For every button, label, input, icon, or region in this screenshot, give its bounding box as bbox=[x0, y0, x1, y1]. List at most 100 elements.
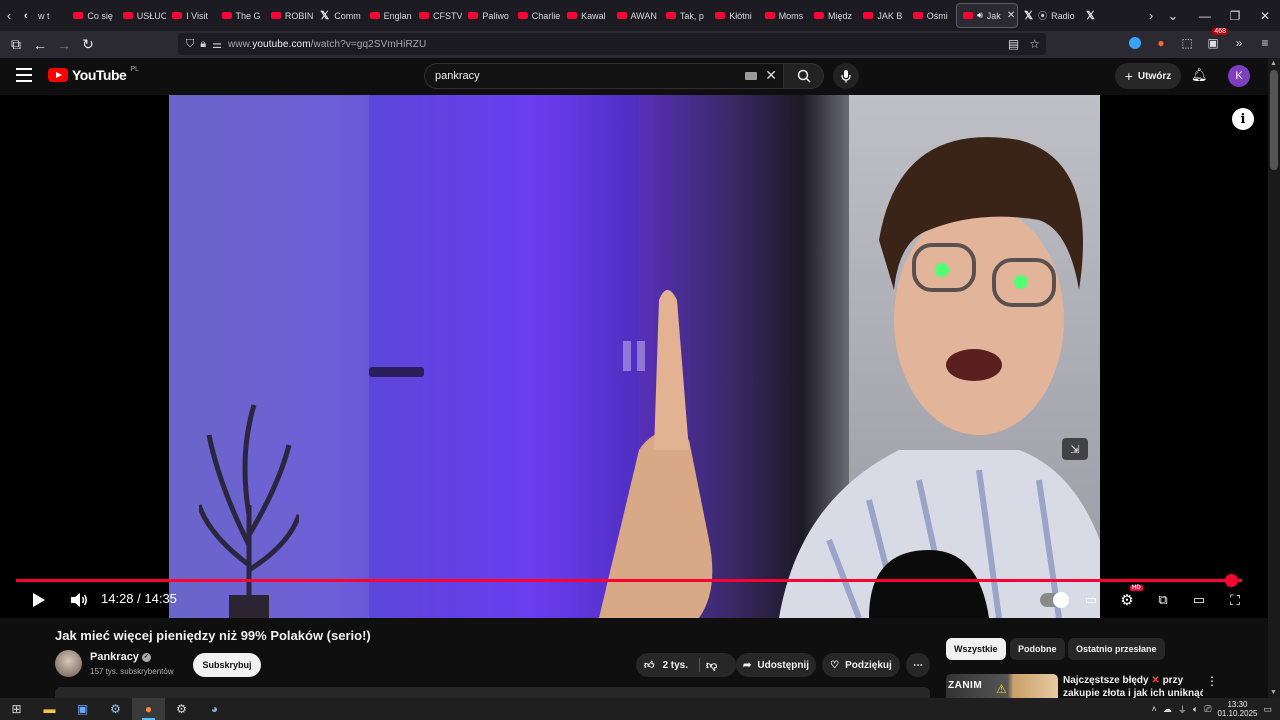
tab-list-dropdown-icon[interactable]: ⌄ bbox=[1160, 0, 1186, 31]
keyboard-icon[interactable] bbox=[745, 72, 757, 80]
video-player[interactable]: i ⇲ 14:28 / 14:35 ▭ ⚙ HD ⧉ ▭ ⛶ bbox=[0, 95, 1268, 618]
account-avatar[interactable]: K bbox=[1228, 65, 1250, 87]
usb-icon[interactable]: ⏚ bbox=[1178, 703, 1187, 716]
create-button[interactable]: + Utwórz bbox=[1115, 63, 1181, 89]
scroll-up-icon[interactable]: ▲ bbox=[1270, 60, 1277, 67]
browser-tab[interactable]: AWAN bbox=[611, 0, 660, 31]
cards-teaser-icon[interactable]: ⇲ bbox=[1062, 438, 1088, 460]
browser-tab[interactable]: 𝕏 ⦿ Radio bbox=[1018, 0, 1080, 31]
recommendation-title[interactable]: Najczęstsze błędy ✕ przy zakupie złota i… bbox=[1063, 674, 1203, 700]
clear-search-icon[interactable]: ✕ bbox=[765, 67, 777, 84]
settings-icon[interactable]: ⚙ bbox=[165, 698, 198, 720]
sidebar-toggle-icon[interactable]: ⧉ bbox=[4, 33, 28, 57]
recommendation-menu-icon[interactable]: ⋮ bbox=[1206, 674, 1218, 688]
scroll-down-icon[interactable]: ▼ bbox=[1270, 689, 1277, 696]
thanks-button[interactable]: ♡ Podziękuj bbox=[822, 653, 900, 677]
app-menu-icon[interactable]: ≡ bbox=[1256, 34, 1274, 52]
browser-tab[interactable]: ROBIN bbox=[265, 0, 314, 31]
file-explorer-icon[interactable]: ▬ bbox=[33, 698, 66, 720]
youtube-logo[interactable]: YouTube PL bbox=[48, 66, 139, 83]
address-bar[interactable]: ⛉ 🔒︎ ⚌ www.youtube.com/watch?v=gq2SVmHiR… bbox=[178, 33, 1046, 55]
tabs-scroll-left-icon[interactable]: ‹ bbox=[0, 0, 18, 31]
browser-tab[interactable]: JAK B bbox=[857, 0, 906, 31]
progress-bar[interactable] bbox=[16, 574, 1242, 587]
chip-related[interactable]: Podobne bbox=[1010, 638, 1065, 660]
monitor-app-icon[interactable]: ▣ bbox=[66, 698, 99, 720]
like-button[interactable]: 👍︎ 2 tys. bbox=[644, 659, 688, 672]
theater-mode-icon[interactable]: ▭ bbox=[1188, 587, 1210, 613]
browser-tab[interactable]: Co się bbox=[67, 0, 116, 31]
more-actions-icon[interactable]: ⋯ bbox=[906, 653, 930, 677]
close-tab-icon[interactable]: ✕ bbox=[1007, 10, 1015, 21]
reader-view-icon[interactable]: ▤ bbox=[1008, 37, 1019, 51]
browser-tab[interactable]: Kłótni bbox=[709, 0, 758, 31]
clock[interactable]: 13:30 01.10.2025 bbox=[1217, 700, 1257, 718]
voice-search-button[interactable] bbox=[833, 63, 859, 89]
firefox-icon[interactable]: ● bbox=[132, 698, 165, 720]
browser-tab[interactable]: Paliwo bbox=[462, 0, 511, 31]
reload-button[interactable]: ↻ bbox=[76, 33, 100, 57]
adblock-icon[interactable]: ▣ 468 bbox=[1204, 28, 1228, 52]
channel-name-row[interactable]: Pankracy ✓ bbox=[90, 651, 151, 663]
network-icon[interactable]: ⎚ bbox=[1204, 704, 1211, 715]
bookmark-star-icon[interactable]: ☆ bbox=[1029, 37, 1040, 51]
paint-app-icon[interactable]: ◕ bbox=[198, 698, 231, 720]
notifications-bell-icon[interactable]: 🔔︎ bbox=[1191, 67, 1208, 83]
thumbs-down-icon[interactable]: 👎︎ bbox=[706, 659, 717, 672]
browser-tab[interactable]: The G bbox=[216, 0, 265, 31]
browser-tab[interactable]: Moms bbox=[759, 0, 808, 31]
vpn-shield-icon[interactable] bbox=[1126, 34, 1144, 52]
browser-tab-active[interactable]: 🔊︎ Jak ✕ bbox=[956, 3, 1019, 28]
permissions-icon[interactable]: ⚌ bbox=[212, 38, 222, 51]
browser-tab[interactable]: Charlie bbox=[512, 0, 561, 31]
info-icon[interactable]: i bbox=[1232, 108, 1254, 130]
browser-tab[interactable]: Międz bbox=[808, 0, 857, 31]
minimize-icon[interactable]: — bbox=[1190, 9, 1220, 23]
forward-button[interactable]: → bbox=[52, 33, 76, 57]
search-button[interactable] bbox=[784, 63, 824, 89]
browser-tab[interactable]: Ośmi bbox=[907, 0, 956, 31]
volume-tray-icon[interactable]: 🔈︎ bbox=[1193, 704, 1198, 715]
url-text[interactable]: www.youtube.com/watch?v=gq2SVmHiRZU bbox=[228, 39, 426, 50]
tracking-shield-icon[interactable]: ⛉ bbox=[186, 38, 194, 51]
onedrive-cloud-icon[interactable]: ☁ bbox=[1163, 704, 1172, 715]
share-button[interactable]: ➦ Udostępnij bbox=[736, 653, 816, 677]
miniplayer-icon[interactable]: ⧉ bbox=[1152, 587, 1174, 613]
browser-tab[interactable]: ‹ w t bbox=[18, 0, 67, 31]
channel-avatar[interactable] bbox=[55, 650, 82, 677]
recommendation-thumbnail[interactable]: ZANIM ⚠ bbox=[946, 674, 1058, 698]
tray-chevron-icon[interactable]: ˄ bbox=[1152, 704, 1157, 714]
browser-tab[interactable]: Tak, p bbox=[660, 0, 709, 31]
browser-tab[interactable]: Englan bbox=[364, 0, 413, 31]
notifications-icon[interactable]: ▭ bbox=[1263, 704, 1272, 715]
fullscreen-icon[interactable]: ⛶ bbox=[1224, 587, 1246, 613]
guide-menu-icon[interactable] bbox=[16, 68, 32, 82]
browser-tab[interactable]: USŁUC bbox=[117, 0, 166, 31]
volume-button[interactable] bbox=[68, 587, 90, 613]
chip-recently-uploaded[interactable]: Ostatnio przesłane bbox=[1068, 638, 1165, 660]
browser-tab[interactable]: CFSTV bbox=[413, 0, 462, 31]
play-button[interactable] bbox=[28, 587, 50, 613]
subtitles-icon[interactable]: ▭ bbox=[1080, 587, 1102, 613]
firefox-account-icon[interactable]: ● bbox=[1152, 34, 1170, 52]
browser-tab[interactable]: 𝕏 Comm bbox=[314, 0, 363, 31]
page-scrollbar[interactable]: ▲ ▼ bbox=[1268, 58, 1280, 698]
steam-icon[interactable]: ⚙ bbox=[99, 698, 132, 720]
overflow-chevron-icon[interactable]: » bbox=[1230, 34, 1248, 52]
start-windows-icon[interactable]: ⊞ bbox=[0, 698, 33, 720]
browser-tab[interactable]: I Visit bbox=[166, 0, 215, 31]
scrollbar-thumb[interactable] bbox=[1270, 70, 1278, 170]
back-button[interactable]: ← bbox=[28, 33, 52, 57]
description-box[interactable] bbox=[55, 687, 930, 698]
maximize-icon[interactable]: ❐ bbox=[1220, 9, 1250, 23]
tab-audio-icon[interactable]: 🔊︎ bbox=[977, 10, 983, 21]
lock-icon[interactable]: 🔒︎ bbox=[200, 38, 206, 51]
close-window-icon[interactable]: ✕ bbox=[1250, 9, 1280, 23]
search-input[interactable]: pankracy ✕ bbox=[424, 63, 784, 89]
extensions-puzzle-icon[interactable]: ⬚ bbox=[1178, 34, 1196, 52]
subscribe-button[interactable]: Subskrybuj bbox=[193, 653, 261, 677]
autoplay-toggle[interactable] bbox=[1040, 592, 1069, 608]
browser-tab[interactable]: 𝕏 bbox=[1080, 0, 1142, 31]
browser-tab[interactable]: Kawal bbox=[561, 0, 610, 31]
tabs-scroll-right-icon[interactable]: › bbox=[1142, 0, 1160, 31]
